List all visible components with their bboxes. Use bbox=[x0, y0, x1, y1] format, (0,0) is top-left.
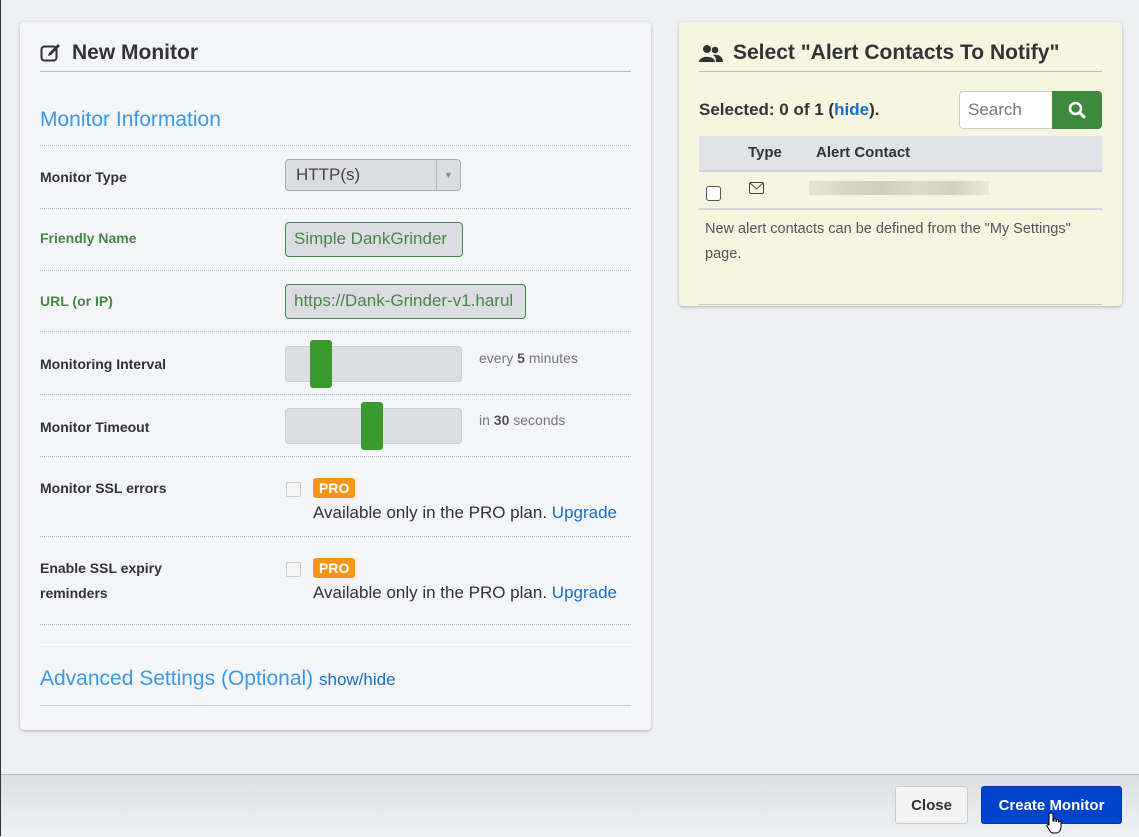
url-label: URL (or IP) bbox=[40, 293, 113, 309]
monitor-type-value: HTTP(s) bbox=[296, 165, 361, 184]
modal-footer bbox=[1, 774, 1139, 837]
advanced-settings-heading: Advanced Settings (Optional) show/hide bbox=[40, 667, 396, 691]
interval-label: Monitoring Interval bbox=[40, 356, 166, 372]
chevron-down-icon[interactable]: ▼ bbox=[436, 160, 460, 190]
advanced-settings-title: Advanced Settings (Optional) bbox=[40, 667, 314, 690]
panel-title: Select "Alert Contacts To Notify" bbox=[699, 34, 1102, 72]
friendly-name-label: Friendly Name bbox=[40, 230, 137, 246]
ssl-errors-note-text: Available only in the PRO plan. bbox=[313, 503, 548, 522]
ssl-errors-note: Available only in the PRO plan. Upgrade bbox=[313, 503, 617, 523]
divider bbox=[699, 304, 1102, 305]
search-icon bbox=[1068, 101, 1086, 119]
timeout-slider-handle[interactable] bbox=[360, 402, 383, 450]
section-title: Monitor Information bbox=[40, 108, 221, 131]
selected-count: Selected: 0 of 1 (hide). bbox=[699, 100, 879, 120]
search-button[interactable] bbox=[1052, 91, 1102, 129]
column-type: Type bbox=[748, 144, 782, 161]
divider bbox=[40, 624, 631, 625]
envelope-icon bbox=[749, 182, 764, 194]
interval-row: Monitoring Interval every 5 minutes bbox=[40, 331, 631, 394]
upgrade-link[interactable]: Upgrade bbox=[552, 503, 617, 522]
ssl-expiry-checkbox[interactable] bbox=[286, 562, 301, 577]
timeout-row: Monitor Timeout in 30 seconds bbox=[40, 394, 631, 457]
timeout-value-text: in 30 seconds bbox=[479, 412, 565, 428]
timeout-value: 30 bbox=[493, 412, 510, 428]
timeout-suffix: seconds bbox=[513, 412, 566, 428]
timeout-slider[interactable] bbox=[285, 402, 462, 450]
contact-checkbox[interactable] bbox=[706, 186, 721, 201]
interval-value-text: every 5 minutes bbox=[479, 350, 578, 366]
search-input[interactable] bbox=[959, 91, 1053, 129]
divider bbox=[40, 705, 631, 706]
ssl-errors-label: Monitor SSL errors bbox=[40, 480, 167, 496]
pro-badge: PRO bbox=[313, 558, 356, 578]
friendly-name-row: Friendly Name Simple DankGrinder bbox=[40, 208, 631, 271]
table-row bbox=[699, 172, 1102, 210]
table-header: Type Alert Contact bbox=[699, 136, 1102, 172]
interval-slider[interactable] bbox=[285, 340, 462, 388]
window-edge bbox=[0, 0, 1, 836]
ssl-errors-checkbox[interactable] bbox=[286, 482, 301, 497]
ssl-expiry-note: Available only in the PRO plan. Upgrade bbox=[313, 583, 617, 603]
monitor-type-label: Monitor Type bbox=[40, 169, 127, 185]
panel-title-text: Select "Alert Contacts To Notify" bbox=[733, 40, 1060, 64]
ssl-expiry-row: Enable SSL expiry reminders PRO Availabl… bbox=[40, 536, 631, 625]
timeout-prefix: in bbox=[479, 412, 490, 428]
panel-title: New Monitor bbox=[40, 34, 631, 72]
edit-icon bbox=[40, 43, 60, 61]
friendly-name-input[interactable]: Simple DankGrinder bbox=[285, 222, 463, 257]
users-icon bbox=[699, 44, 723, 62]
new-monitor-panel: New Monitor Monitor Information Monitor … bbox=[20, 22, 651, 730]
interval-slider-handle[interactable] bbox=[310, 340, 332, 388]
monitor-type-row: Monitor Type HTTP(s) ▼ bbox=[40, 145, 631, 208]
hand-cursor-icon bbox=[1046, 812, 1062, 834]
selected-prefix: Selected: 0 of 1 ( bbox=[699, 100, 835, 119]
ssl-expiry-label-line1: Enable SSL expiry bbox=[40, 560, 162, 576]
contact-value-redacted bbox=[809, 181, 989, 195]
ssl-expiry-note-text: Available only in the PRO plan. bbox=[313, 583, 548, 602]
interval-suffix: minutes bbox=[528, 350, 578, 366]
pro-badge: PRO bbox=[313, 478, 356, 498]
hide-link[interactable]: hide bbox=[834, 100, 869, 119]
ssl-expiry-label-line2: reminders bbox=[40, 585, 108, 601]
panel-title-text: New Monitor bbox=[72, 40, 198, 64]
timeout-label: Monitor Timeout bbox=[40, 419, 150, 435]
ssl-expiry-label: Enable SSL expiry reminders bbox=[40, 556, 162, 606]
alert-contacts-panel: Select "Alert Contacts To Notify" Select… bbox=[679, 22, 1122, 306]
selected-suffix: ). bbox=[869, 100, 880, 119]
advanced-toggle-link[interactable]: show/hide bbox=[319, 670, 396, 689]
column-alert-contact: Alert Contact bbox=[816, 144, 911, 161]
ssl-errors-row: Monitor SSL errors PRO Available only in… bbox=[40, 456, 631, 537]
url-row: URL (or IP) https://Dank-Grinder-v1.haru… bbox=[40, 270, 631, 333]
divider bbox=[40, 644, 631, 645]
monitor-type-select[interactable]: HTTP(s) ▼ bbox=[285, 159, 461, 191]
alert-contacts-note: New alert contacts can be defined from t… bbox=[705, 221, 1071, 262]
url-input[interactable]: https://Dank-Grinder-v1.harul bbox=[285, 284, 526, 319]
interval-prefix: every bbox=[479, 350, 514, 366]
upgrade-link[interactable]: Upgrade bbox=[552, 583, 617, 602]
interval-value: 5 bbox=[517, 350, 525, 366]
close-button[interactable]: Close bbox=[895, 786, 968, 824]
